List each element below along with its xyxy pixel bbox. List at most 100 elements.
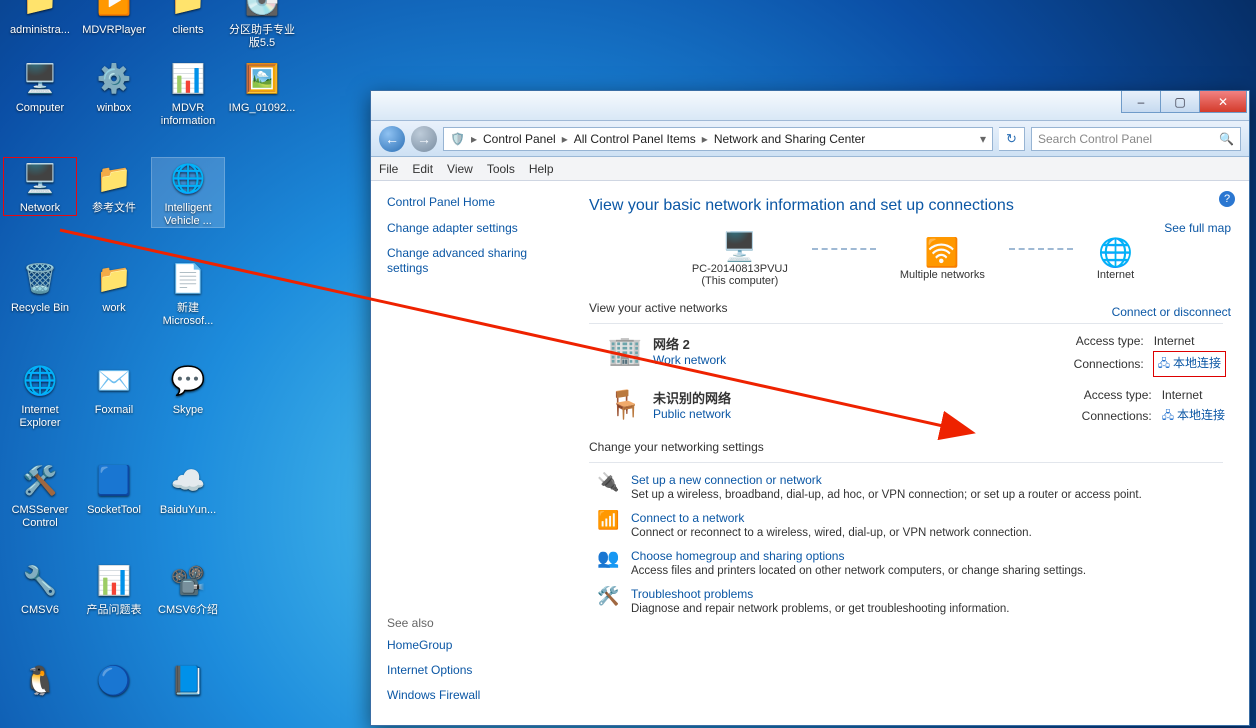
desktop-icon[interactable]: 📄 新建 Microsof... [152, 258, 224, 327]
task-link[interactable]: Set up a new connection or network [631, 473, 822, 487]
node-pc: PC-20140813PVUJ [692, 263, 788, 275]
desktop-icon[interactable]: 🌐Internet Explorer [4, 360, 76, 429]
icon-label: 产品问题表 [78, 604, 150, 617]
sidebar-link-inetopt[interactable]: Internet Options [387, 663, 555, 678]
app-icon: 📊 [168, 58, 208, 98]
icon-label: Computer [4, 102, 76, 115]
desktop-icon[interactable]: 📽️CMSV6介绍 [152, 560, 224, 617]
desktop-icon[interactable]: 🐧 [4, 660, 76, 704]
help-icon[interactable]: ? [1219, 191, 1235, 207]
network-1-type[interactable]: Work network [653, 353, 726, 367]
desktop-icon[interactable]: 🌐Intelligent Vehicle ... [152, 158, 224, 227]
desktop-icon[interactable]: 🖥️Network [4, 158, 76, 215]
icon-label: winbox [78, 102, 150, 115]
breadcrumb-icon: 🛡️ [450, 132, 465, 146]
desktop-icon[interactable]: 🔵 [78, 660, 150, 704]
desktop-icon[interactable]: 💬Skype [152, 360, 224, 417]
desktop-icon[interactable]: ☁️BaiduYun... [152, 460, 224, 517]
task-link[interactable]: Choose homegroup and sharing options [631, 549, 844, 563]
task-link[interactable]: Connect to a network [631, 511, 744, 525]
nav-back-button[interactable]: ← [379, 126, 405, 152]
sidebar: Control Panel Home Change adapter settin… [371, 181, 571, 725]
icon-label: 新建 Microsof... [152, 302, 224, 327]
desktop-icon[interactable]: 🖥️Computer [4, 58, 76, 115]
app-icon: 🐧 [20, 660, 60, 700]
sidebar-home-link[interactable]: Control Panel Home [387, 195, 555, 209]
icon-label: MDVR information [152, 102, 224, 127]
menu-view[interactable]: View [447, 162, 473, 176]
task-link[interactable]: Troubleshoot problems [631, 587, 753, 601]
minimize-button[interactable]: – [1121, 91, 1161, 113]
menu-file[interactable]: File [379, 162, 398, 176]
desktop-icon[interactable]: 💽分区助手专业版5.5 [226, 0, 298, 49]
icon-label: MDVRPlayer [78, 24, 150, 37]
sidebar-link-sharing[interactable]: Change advanced sharing settings [387, 246, 555, 276]
address-bar[interactable]: 🛡️ ▸ Control Panel ▸ All Control Panel I… [443, 127, 993, 151]
breadcrumb-3[interactable]: Network and Sharing Center [714, 132, 865, 146]
search-input[interactable]: Search Control Panel 🔍 [1031, 127, 1241, 151]
node-pc-sub: (This computer) [692, 275, 788, 287]
icon-label: Foxmail [78, 404, 150, 417]
chevron-down-icon[interactable]: ▾ [980, 132, 986, 146]
network-1-connection-link[interactable]: 🖧本地连接 [1154, 352, 1225, 376]
desktop-icon[interactable]: 🗑️Recycle Bin [4, 258, 76, 315]
menu-tools[interactable]: Tools [487, 162, 515, 176]
desktop-icon[interactable]: 📊产品问题表 [78, 560, 150, 617]
menu-help[interactable]: Help [529, 162, 554, 176]
icon-label: administra... [4, 24, 76, 37]
desktop-icon[interactable]: 🖼️IMG_01092... [226, 58, 298, 115]
content: ? View your basic network information an… [571, 181, 1249, 725]
app-icon: 🖼️ [242, 58, 282, 98]
sidebar-link-homegroup[interactable]: HomeGroup [387, 638, 555, 653]
refresh-button[interactable]: ↻ [999, 127, 1025, 151]
task-item: 👥Choose homegroup and sharing optionsAcc… [597, 549, 1231, 577]
desktop-icon[interactable]: ✉️Foxmail [78, 360, 150, 417]
app-icon: 📘 [168, 660, 208, 700]
nav-forward-button[interactable]: → [411, 126, 437, 152]
icon-label: CMSV6介绍 [152, 604, 224, 617]
sidebar-link-firewall[interactable]: Windows Firewall [387, 688, 555, 703]
connect-disconnect-link[interactable]: Connect or disconnect [1112, 305, 1231, 319]
public-network-icon: 🪑 [597, 388, 653, 421]
maximize-button[interactable]: ▢ [1160, 91, 1200, 113]
work-network-icon: 🏢 [597, 334, 653, 367]
task-item: 📶Connect to a networkConnect or reconnec… [597, 511, 1231, 539]
app-icon: 📄 [168, 258, 208, 298]
network-1: 🏢 网络 2 Work network Access type: Interne… [597, 334, 1231, 376]
desktop-icon[interactable]: 🟦SocketTool [78, 460, 150, 517]
task-desc: Connect or reconnect to a wireless, wire… [631, 527, 1032, 539]
desktop-icon[interactable]: 📁clients [152, 0, 224, 37]
desktop-icon[interactable]: 📊 MDVR information [152, 58, 224, 127]
desktop-icon[interactable]: 📁work [78, 258, 150, 315]
search-icon: 🔍 [1219, 132, 1234, 146]
desktop-icon[interactable]: ⚙️winbox [78, 58, 150, 115]
titlebar[interactable]: – ▢ ✕ [371, 91, 1249, 121]
full-map-link[interactable]: See full map [1164, 221, 1231, 235]
desktop-icon[interactable]: ▶️MDVRPlayer [78, 0, 150, 37]
icon-label: work [78, 302, 150, 315]
icon-label: Network [4, 202, 76, 215]
desktop-icon[interactable]: 🛠️CMSServer Control [4, 460, 76, 529]
close-button[interactable]: ✕ [1199, 91, 1247, 113]
task-item: 🔌Set up a new connection or networkSet u… [597, 473, 1231, 501]
network-sharing-window: – ▢ ✕ ← → 🛡️ ▸ Control Panel ▸ All Contr… [370, 90, 1250, 726]
breadcrumb-2[interactable]: All Control Panel Items [574, 132, 696, 146]
app-icon: 🔧 [20, 560, 60, 600]
desktop-icon[interactable]: 🔧 CMSV6 [4, 560, 76, 617]
network-2-type[interactable]: Public network [653, 407, 731, 421]
icon-label: BaiduYun... [152, 504, 224, 517]
icon-label: SocketTool [78, 504, 150, 517]
breadcrumb-1[interactable]: Control Panel [483, 132, 556, 146]
icon-label: 参考文件 [78, 202, 150, 215]
sidebar-link-adapter[interactable]: Change adapter settings [387, 221, 555, 236]
desktop-icon[interactable]: 📁参考文件 [78, 158, 150, 215]
task-icon: 👥 [597, 548, 619, 569]
desktop-icon[interactable]: 📁administra... [4, 0, 76, 37]
menu-edit[interactable]: Edit [412, 162, 433, 176]
app-icon: 🌐 [20, 360, 60, 400]
icon-label: CMSV6 [4, 604, 76, 617]
network-2-connection-link[interactable]: 🖧本地连接 [1162, 406, 1225, 426]
desktop-icon[interactable]: 📘 [152, 660, 224, 704]
network-2-access: Internet [1162, 388, 1225, 402]
task-desc: Set up a wireless, broadband, dial-up, a… [631, 489, 1142, 501]
